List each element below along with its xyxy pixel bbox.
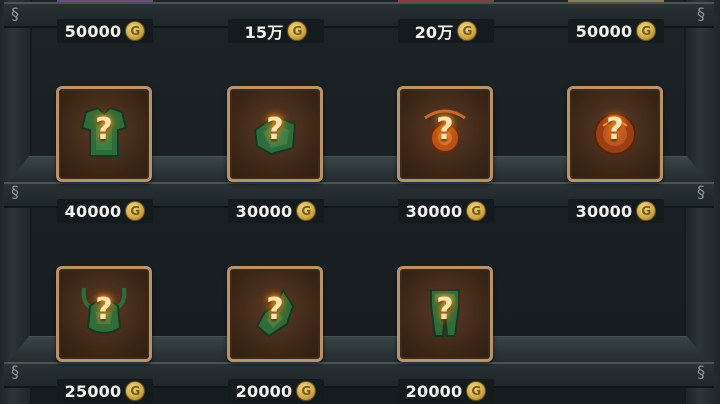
price-value: 20000: [405, 381, 463, 401]
price-tag: 20万 G: [398, 19, 494, 43]
gold-coin-icon: G: [636, 201, 657, 221]
shop-item-slot[interactable]: ?: [56, 266, 152, 362]
shop-item-slot[interactable]: ?: [397, 86, 493, 182]
shop-item-slot[interactable]: ?: [227, 266, 323, 362]
shelf-ornament-icon: §: [11, 362, 19, 381]
price-value: 30000: [405, 201, 463, 221]
price-value: 40000: [64, 201, 122, 221]
price-value: 15万: [244, 23, 284, 42]
price-tag: 50000 G: [57, 19, 153, 43]
gold-coin-icon: G: [296, 381, 317, 401]
shop-item-slot[interactable]: ?: [567, 86, 663, 182]
shelf-ornament-icon: §: [11, 4, 19, 23]
unknown-item-question-icon: ?: [436, 112, 454, 147]
gold-coin-icon: G: [125, 21, 146, 41]
shelf-ornament-icon: §: [697, 182, 705, 201]
gold-coin-icon: G: [296, 201, 317, 221]
price-value: 30000: [575, 201, 633, 221]
price-tag: 30000 G: [568, 199, 664, 223]
gold-coin-icon: G: [466, 201, 487, 221]
shop-item-slot[interactable]: ?: [397, 266, 493, 362]
unknown-item-question-icon: ?: [436, 292, 454, 327]
gold-coin-icon: G: [287, 21, 308, 41]
unknown-item-question-icon: ?: [266, 292, 284, 327]
unknown-item-question-icon: ?: [266, 112, 284, 147]
gold-coin-icon: G: [125, 201, 146, 221]
shop-item-slot[interactable]: ?: [56, 86, 152, 182]
unknown-item-question-icon: ?: [95, 292, 113, 327]
price-tag: 30000 G: [228, 199, 324, 223]
shelf-ornament-icon: §: [697, 4, 705, 23]
price-tag: 25000 G: [57, 379, 153, 403]
price-value: 50000: [64, 21, 122, 41]
price-value: 20000: [235, 381, 293, 401]
gold-coin-icon: G: [466, 381, 487, 401]
gold-coin-icon: G: [125, 381, 146, 401]
price-value: 20万: [414, 23, 454, 42]
shelf-ornament-icon: §: [11, 182, 19, 201]
price-tag: 50000 G: [568, 19, 664, 43]
shop-item-slot[interactable]: ?: [227, 86, 323, 182]
price-tag: 20000 G: [398, 379, 494, 403]
shelf-ornament-icon: §: [697, 362, 705, 381]
price-tag: 20000 G: [228, 379, 324, 403]
price-value: 25000: [64, 381, 122, 401]
unknown-item-question-icon: ?: [606, 112, 624, 147]
price-value: 30000: [235, 201, 293, 221]
price-value: 50000: [575, 21, 633, 41]
price-tag: 30000 G: [398, 199, 494, 223]
gold-coin-icon: G: [457, 21, 478, 41]
price-tag: 40000 G: [57, 199, 153, 223]
price-tag: 15万 G: [228, 19, 324, 43]
unknown-item-question-icon: ?: [95, 112, 113, 147]
gold-coin-icon: G: [636, 21, 657, 41]
